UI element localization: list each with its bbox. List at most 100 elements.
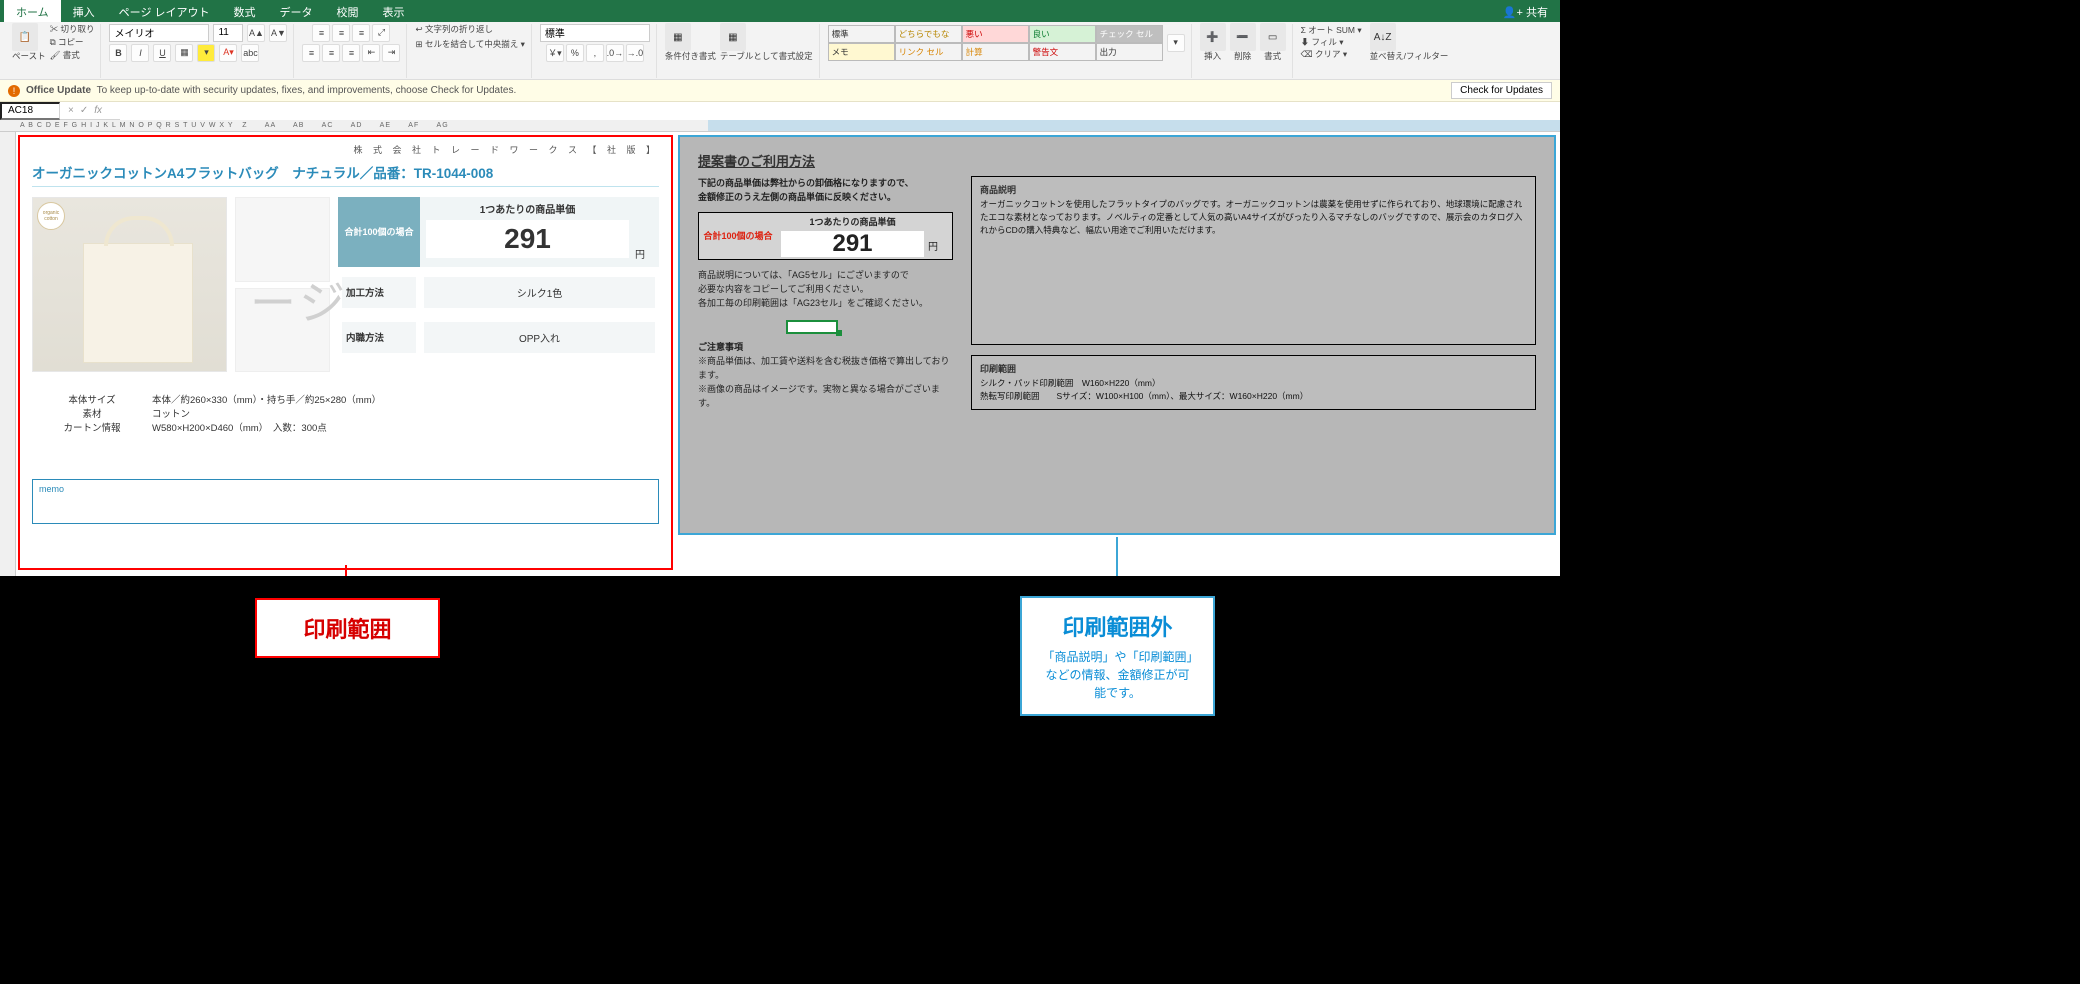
comma-button[interactable]: ,: [586, 44, 604, 62]
align-bottom[interactable]: ≡: [352, 24, 370, 42]
tab-insert[interactable]: 挿入: [61, 0, 107, 22]
delete-cell-button[interactable]: ➖削除: [1230, 23, 1256, 62]
spec1-key: 加工方法: [338, 273, 420, 312]
fill-button[interactable]: ⬇ フィル ▾: [1301, 37, 1362, 48]
paste-label: ペースト: [12, 51, 46, 62]
font-color-button[interactable]: A▾: [219, 44, 237, 62]
sort-filter-button[interactable]: A↓Z並べ替え/フィルター: [1370, 23, 1449, 62]
row-headers[interactable]: [0, 132, 16, 576]
align-middle[interactable]: ≡: [332, 24, 350, 42]
price-card: 合計100個の場合 1つあたりの商品単価 291 円: [338, 197, 659, 267]
dec-decimal[interactable]: →.0: [626, 44, 644, 62]
underline-button[interactable]: U: [153, 44, 171, 62]
memo-box[interactable]: memo: [32, 479, 659, 524]
style-memo[interactable]: メモ: [828, 43, 895, 61]
indent-dec[interactable]: ⇤: [362, 44, 380, 62]
tab-data[interactable]: データ: [268, 0, 325, 22]
group-cells: ➕挿入 ➖削除 ▭書式: [1194, 24, 1293, 78]
group-tables: ▦条件付き書式 ▦テーブルとして書式設定: [659, 24, 820, 78]
guide-line2: 金額修正のうえ左側の商品単価に反映ください。: [698, 192, 896, 202]
clear-button[interactable]: ⌫ クリア ▾: [1301, 49, 1362, 60]
wrap-text-button[interactable]: ↩ 文字列の折り返し: [415, 24, 493, 35]
formula-bar: × ✓ fx: [0, 102, 1560, 120]
orientation[interactable]: ⤢: [372, 24, 390, 42]
style-output[interactable]: 出力: [1096, 43, 1163, 61]
percent-button[interactable]: %: [566, 44, 584, 62]
indent-inc[interactable]: ⇥: [382, 44, 400, 62]
style-neutral[interactable]: どちらでもない: [895, 25, 962, 43]
phonetic-button[interactable]: abc: [241, 44, 259, 62]
fx-controls: × ✓ fx: [60, 105, 120, 116]
name-box[interactable]: [0, 102, 60, 120]
fx-icon[interactable]: fx: [94, 105, 102, 116]
number-format-combo[interactable]: [540, 24, 650, 42]
group-editing: Σ オート SUM ▾ ⬇ フィル ▾ ⌫ クリア ▾ A↓Z並べ替え/フィルタ…: [1295, 24, 1455, 78]
align-right[interactable]: ≡: [342, 44, 360, 62]
guide-print1: シルク・パッド印刷範囲 W160×H220（mm）: [980, 377, 1527, 390]
format-icon: ▭: [1260, 23, 1286, 51]
column-headers[interactable]: A B C D E F G H I J K L M N O P Q R S T …: [0, 120, 1560, 132]
style-warn[interactable]: 警告文: [1029, 43, 1096, 61]
sort-icon: A↓Z: [1370, 23, 1396, 51]
insert-cell-button[interactable]: ➕挿入: [1200, 23, 1226, 62]
meta-v2: コットン: [152, 406, 659, 420]
currency-button[interactable]: ￥▾: [546, 44, 564, 62]
merge-center-button[interactable]: ⊞ セルを結合して中央揃え ▾: [415, 39, 524, 50]
autosum-button[interactable]: Σ オート SUM ▾: [1301, 25, 1362, 36]
italic-button[interactable]: I: [131, 44, 149, 62]
tab-view[interactable]: 表示: [371, 0, 417, 22]
style-link[interactable]: リンク セル: [895, 43, 962, 61]
guide-notes-hd: ご注意事項: [698, 342, 743, 352]
style-good[interactable]: 良い: [1029, 25, 1096, 43]
style-check[interactable]: チェック セル: [1096, 25, 1163, 43]
style-normal[interactable]: 標準: [828, 25, 895, 43]
spec1-val: シルク1色: [420, 273, 659, 312]
company-name: 株 式 会 社 ト レ ー ド ワ ー ク ス 【 社 版 】: [32, 143, 659, 156]
guide-price-qty: 合計100個の場合: [699, 213, 777, 259]
cancel-fx-icon[interactable]: ×: [68, 105, 74, 116]
align-center[interactable]: ≡: [322, 44, 340, 62]
formula-input[interactable]: [120, 102, 1560, 120]
cond-format-button[interactable]: ▦条件付き書式: [665, 23, 716, 62]
copy-button[interactable]: ⧉ コピー: [50, 37, 95, 48]
style-calc[interactable]: 計算: [962, 43, 1029, 61]
meta-v1: 本体／約260×330（mm）・持ち手／約25×280（mm）: [152, 392, 659, 406]
format-table-button[interactable]: ▦テーブルとして書式設定: [720, 23, 813, 62]
worksheet[interactable]: 株 式 会 社 ト レ ー ド ワ ー ク ス 【 社 版 】 オーガニックコッ…: [0, 132, 1560, 576]
annotation-area: 印刷範囲 印刷範囲外 「商品説明」や「印刷範囲」などの情報、金額修正が可能です。: [0, 576, 1560, 776]
meta-v3: W580×H200×D460（mm） 入数：300点: [152, 420, 659, 434]
tab-home[interactable]: ホーム: [4, 0, 61, 22]
cut-button[interactable]: ✂ 切り取り: [50, 24, 95, 35]
bold-button[interactable]: B: [109, 44, 127, 62]
warning-icon: !: [8, 85, 20, 97]
font-name-combo[interactable]: [109, 24, 209, 42]
format-cell-button[interactable]: ▭書式: [1260, 23, 1286, 62]
align-left[interactable]: ≡: [302, 44, 320, 62]
callout-outside-print: 印刷範囲外 「商品説明」や「印刷範囲」などの情報、金額修正が可能です。: [1020, 596, 1215, 716]
tab-formulas[interactable]: 数式: [222, 0, 268, 22]
guide-print2: 熱転写印刷範囲 Sサイズ：W100×H100（mm）、最大サイズ：W160×H2…: [980, 390, 1527, 403]
paste-button[interactable]: 📋 ペースト: [12, 23, 46, 62]
fill-color-button[interactable]: ▾: [197, 44, 215, 62]
tab-review[interactable]: 校閲: [325, 0, 371, 22]
active-cell-indicator[interactable]: [786, 320, 838, 334]
guide-desc-hd: 商品説明: [980, 183, 1527, 196]
format-painter-button[interactable]: 🖌 書式: [50, 50, 95, 61]
style-bad[interactable]: 悪い: [962, 25, 1029, 43]
enter-fx-icon[interactable]: ✓: [80, 105, 88, 116]
group-clipboard: 📋 ペースト ✂ 切り取り ⧉ コピー 🖌 書式: [6, 24, 101, 78]
product-photo-subs: [235, 197, 330, 372]
share-button[interactable]: 👤+ 共有: [1491, 0, 1560, 22]
check-updates-button[interactable]: Check for Updates: [1451, 82, 1552, 99]
inc-decimal[interactable]: .0→: [606, 44, 624, 62]
meta-table: 本体サイズ本体／約260×330（mm）・持ち手／約25×280（mm） 素材コ…: [32, 392, 659, 434]
tab-layout[interactable]: ページ レイアウト: [107, 0, 222, 22]
styles-more[interactable]: ▾: [1167, 34, 1185, 52]
align-top[interactable]: ≡: [312, 24, 330, 42]
decrease-font-button[interactable]: A▼: [269, 24, 287, 42]
font-size-combo[interactable]: [213, 24, 243, 42]
increase-font-button[interactable]: A▲: [247, 24, 265, 42]
guide-desc-box: 商品説明 オーガニックコットンを使用したフラットタイプのバッグです。オーガニック…: [971, 176, 1536, 345]
format-table-icon: ▦: [720, 23, 746, 51]
border-button[interactable]: ▦: [175, 44, 193, 62]
